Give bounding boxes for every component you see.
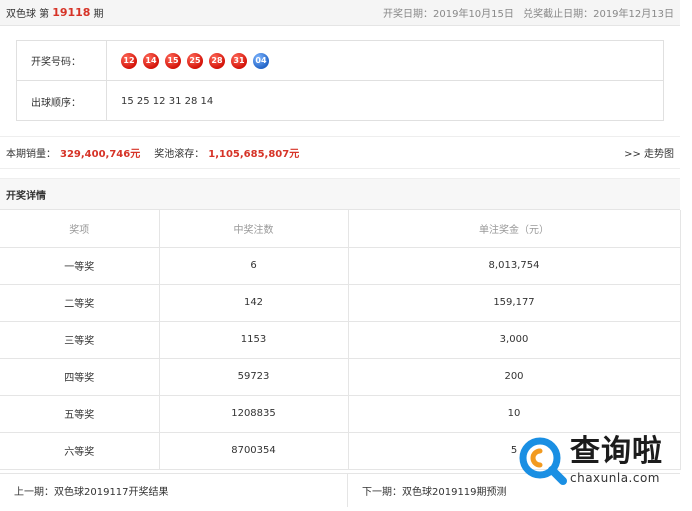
sales-label: 本期销量： bbox=[6, 149, 56, 160]
winning-numbers-box: 开奖号码： 12 14 15 25 28 31 04 出球顺序： 15 25 1… bbox=[16, 40, 664, 121]
red-ball: 25 bbox=[187, 52, 203, 69]
winner-count: 142 bbox=[158, 283, 349, 322]
column-header-prize: 奖项 bbox=[0, 210, 160, 248]
red-ball: 28 bbox=[209, 52, 225, 69]
prize-amount: 200 bbox=[347, 357, 681, 396]
watermark-logo: 查询啦 chaxunla.com bbox=[516, 424, 692, 496]
winner-count: 59723 bbox=[158, 357, 349, 396]
table-header-row: 奖项 中奖注数 单注奖金（元） bbox=[0, 210, 681, 248]
pool-label: 奖池滚存： bbox=[154, 149, 205, 160]
winning-balls: 12 14 15 25 28 31 04 bbox=[107, 41, 663, 80]
draw-order-row: 出球顺序： 15 25 12 31 28 14 bbox=[17, 81, 663, 121]
pool-value: 1,105,685,807元 bbox=[208, 149, 300, 160]
column-header-count: 中奖注数 bbox=[158, 210, 349, 248]
blue-ball: 04 bbox=[253, 52, 269, 69]
prize-name: 四等奖 bbox=[0, 357, 160, 396]
header-dates: 开奖日期：2019年10月15日 兑奖截止日期：2019年12月13日 bbox=[377, 5, 674, 20]
prize-amount: 3,000 bbox=[347, 320, 681, 359]
red-ball: 31 bbox=[231, 52, 247, 69]
prize-name: 六等奖 bbox=[0, 431, 160, 470]
winner-count: 1208835 bbox=[158, 394, 349, 433]
issue-number: 19118 bbox=[52, 6, 91, 19]
table-row: 二等奖 142 159,177 bbox=[0, 283, 681, 322]
issue-suffix: 期 bbox=[93, 9, 104, 20]
prize-name: 五等奖 bbox=[0, 394, 160, 433]
prize-name: 三等奖 bbox=[0, 320, 160, 359]
red-ball: 15 bbox=[165, 52, 181, 69]
magnifier-logo-icon bbox=[519, 437, 567, 485]
winner-count: 1153 bbox=[158, 320, 349, 359]
prize-amount: 8,013,754 bbox=[347, 246, 681, 285]
sales-bar: 本期销量： 329,400,746元 奖池滚存： 1,105,685,807元 … bbox=[0, 136, 680, 169]
table-row: 三等奖 1153 3,000 bbox=[0, 320, 681, 359]
watermark-chinese: 查询啦 bbox=[570, 434, 663, 469]
winner-count: 6 bbox=[158, 246, 349, 285]
issue-header-bar: 双色球 第 19118 期 开奖日期：2019年10月15日 兑奖截止日期：20… bbox=[0, 0, 680, 26]
prize-amount: 159,177 bbox=[347, 283, 681, 322]
column-header-amount: 单注奖金（元） bbox=[347, 210, 681, 248]
red-ball: 14 bbox=[143, 52, 159, 69]
next-issue-link[interactable]: 下一期：双色球2019119期预测 bbox=[348, 483, 507, 498]
winner-count: 8700354 bbox=[158, 431, 349, 470]
draw-order-label: 出球顺序： bbox=[17, 81, 107, 121]
winning-numbers-row: 开奖号码： 12 14 15 25 28 31 04 bbox=[17, 41, 663, 81]
prize-name: 二等奖 bbox=[0, 283, 160, 322]
watermark-text: 查询啦 chaxunla.com bbox=[570, 434, 663, 486]
prize-name: 一等奖 bbox=[0, 246, 160, 285]
lottery-name: 双色球 第 bbox=[6, 9, 50, 20]
table-row: 一等奖 6 8,013,754 bbox=[0, 246, 681, 285]
trend-chart-link[interactable]: >> 走势图 bbox=[624, 145, 674, 160]
sales-value: 329,400,746元 bbox=[60, 149, 141, 160]
table-row: 四等奖 59723 200 bbox=[0, 357, 681, 396]
watermark-domain: chaxunla.com bbox=[570, 471, 660, 485]
previous-issue-link[interactable]: 上一期：双色球2019117开奖结果 bbox=[0, 474, 348, 507]
details-title: 开奖详情 bbox=[0, 178, 680, 210]
redeem-deadline: 兑奖截止日期：2019年12月13日 bbox=[523, 9, 674, 20]
red-ball: 12 bbox=[121, 52, 137, 69]
winning-numbers-label: 开奖号码： bbox=[17, 41, 107, 80]
draw-order-value: 15 25 12 31 28 14 bbox=[121, 95, 214, 107]
draw-date: 开奖日期：2019年10月15日 bbox=[383, 9, 514, 20]
